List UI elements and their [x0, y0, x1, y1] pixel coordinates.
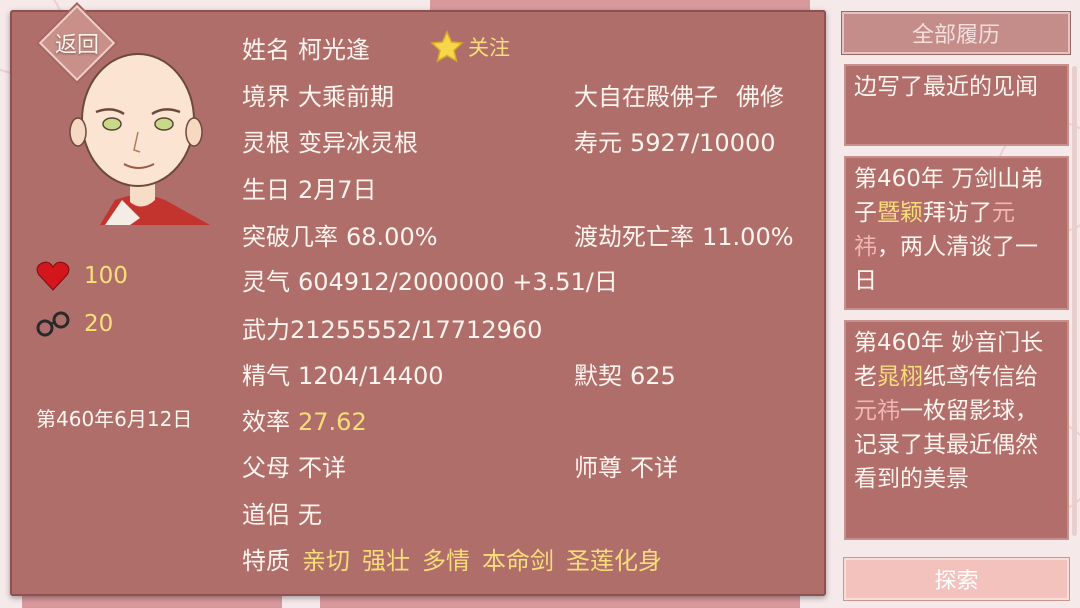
- follow-button[interactable]: 关注: [430, 30, 510, 64]
- field-tacit-value: 625: [630, 362, 676, 390]
- field-realm-key: 境界: [242, 83, 290, 111]
- trait-tag[interactable]: 圣莲化身: [566, 547, 662, 575]
- field-birthday-key: 生日: [242, 176, 290, 204]
- field-parents-value: 不详: [298, 454, 346, 482]
- history-entry-text: 拜访了: [923, 200, 992, 226]
- history-entry-text: 边写了最近的见闻: [854, 74, 1038, 100]
- field-master: 师尊 不详: [574, 448, 678, 483]
- handcuffs-icon: [36, 311, 70, 337]
- field-sect-title: 大自在殿佛子: [574, 83, 718, 111]
- field-traits-key: 特质: [242, 547, 290, 575]
- field-master-key: 师尊: [574, 454, 622, 482]
- field-efficiency: 效率 27.62: [242, 402, 367, 437]
- field-sect: 大自在殿佛子 佛修: [574, 77, 784, 112]
- field-name: 姓名 柯光逢: [242, 30, 370, 65]
- health-stat: 100: [36, 260, 128, 292]
- field-root-key: 灵根: [242, 129, 290, 157]
- all-history-button[interactable]: 全部履历: [842, 12, 1070, 54]
- character-name-link[interactable]: 晁栩: [877, 364, 923, 390]
- field-tacit-key: 默契: [574, 362, 622, 390]
- history-entry-text: 纸鸢传信给: [923, 364, 1038, 390]
- field-breakthrough: 突破几率 68.00%: [242, 217, 438, 252]
- trait-tag[interactable]: 亲切: [302, 547, 350, 575]
- field-tribulation-value: 11.00%: [702, 223, 794, 251]
- star-icon: [430, 30, 464, 63]
- shackles-stat: 20: [36, 308, 113, 340]
- character-name-link[interactable]: 元祎: [854, 398, 900, 424]
- field-lifespan: 寿元 5927/10000: [574, 123, 776, 158]
- field-lifespan-key: 寿元: [574, 129, 622, 157]
- field-force-key: 武力: [242, 316, 290, 344]
- field-breakthrough-value: 68.00%: [346, 223, 438, 251]
- explore-button[interactable]: 探索: [844, 558, 1069, 600]
- field-qi-value: 604912/2000000 +3.51/日: [298, 268, 618, 296]
- field-force: 武力21255552/17712960: [242, 310, 542, 345]
- shackles-value: 20: [84, 311, 114, 337]
- field-name-value: 柯光逢: [298, 36, 370, 64]
- history-entry: 第460年 万剑山弟子暨颖拜访了元祎，两人清谈了一日: [844, 156, 1069, 310]
- back-button-label: 返回: [54, 33, 99, 58]
- field-tacit: 默契 625: [574, 356, 676, 391]
- field-tribulation: 渡劫死亡率 11.00%: [574, 217, 794, 252]
- history-scrollbar[interactable]: [1072, 66, 1077, 536]
- background-panel-strip: [320, 596, 800, 608]
- field-force-value: 21255552/17712960: [290, 316, 543, 344]
- field-lifespan-value: 5927/10000: [630, 129, 776, 157]
- field-name-key: 姓名: [242, 36, 290, 64]
- field-tribulation-key: 渡劫死亡率: [574, 223, 694, 251]
- field-parents: 父母 不详: [242, 448, 346, 483]
- field-essence: 精气 1204/14400: [242, 356, 444, 391]
- field-essence-value: 1204/14400: [298, 362, 444, 390]
- trait-tag[interactable]: 强壮: [362, 547, 410, 575]
- field-birthday: 生日 2月7日: [242, 170, 377, 205]
- character-name-link[interactable]: 暨颖: [877, 200, 923, 226]
- field-parents-key: 父母: [242, 454, 290, 482]
- field-master-value: 不详: [630, 454, 678, 482]
- field-realm-value: 大乘前期: [298, 83, 394, 111]
- field-root: 灵根 变异冰灵根: [242, 123, 418, 158]
- field-partner-key: 道侣: [242, 501, 290, 529]
- field-realm: 境界 大乘前期: [242, 77, 394, 112]
- history-entry: 边写了最近的见闻: [844, 64, 1069, 146]
- history-entry-text: ，两人清谈了一日: [854, 234, 1038, 294]
- field-path: 佛修: [736, 83, 784, 111]
- field-root-value: 变异冰灵根: [298, 129, 418, 157]
- field-qi: 灵气 604912/2000000 +3.51/日: [242, 262, 618, 297]
- background-panel-strip: [22, 596, 282, 608]
- field-birthday-value: 2月7日: [298, 176, 377, 204]
- follow-label: 关注: [468, 36, 510, 60]
- field-qi-key: 灵气: [242, 268, 290, 296]
- trait-tag[interactable]: 多情: [422, 547, 470, 575]
- field-partner-value: 无: [298, 501, 322, 529]
- field-breakthrough-key: 突破几率: [242, 223, 338, 251]
- back-button[interactable]: 返回: [27, 4, 127, 82]
- field-efficiency-value: 27.62: [298, 408, 367, 436]
- background-panel-strip: [430, 0, 810, 10]
- field-efficiency-key: 效率: [242, 408, 290, 436]
- field-partner: 道侣无: [242, 495, 322, 530]
- field-essence-key: 精气: [242, 362, 290, 390]
- field-traits: 特质 亲切 强壮 多情 本命剑 圣莲化身: [242, 541, 674, 576]
- history-entry: 第460年 妙音门长老晁栩纸鸢传信给元祎一枚留影球，记录了其最近偶然看到的美景: [844, 320, 1069, 540]
- heart-icon: [36, 261, 70, 291]
- game-date: 第460年6月12日: [36, 407, 193, 431]
- trait-tag[interactable]: 本命剑: [482, 547, 554, 575]
- health-value: 100: [84, 263, 128, 289]
